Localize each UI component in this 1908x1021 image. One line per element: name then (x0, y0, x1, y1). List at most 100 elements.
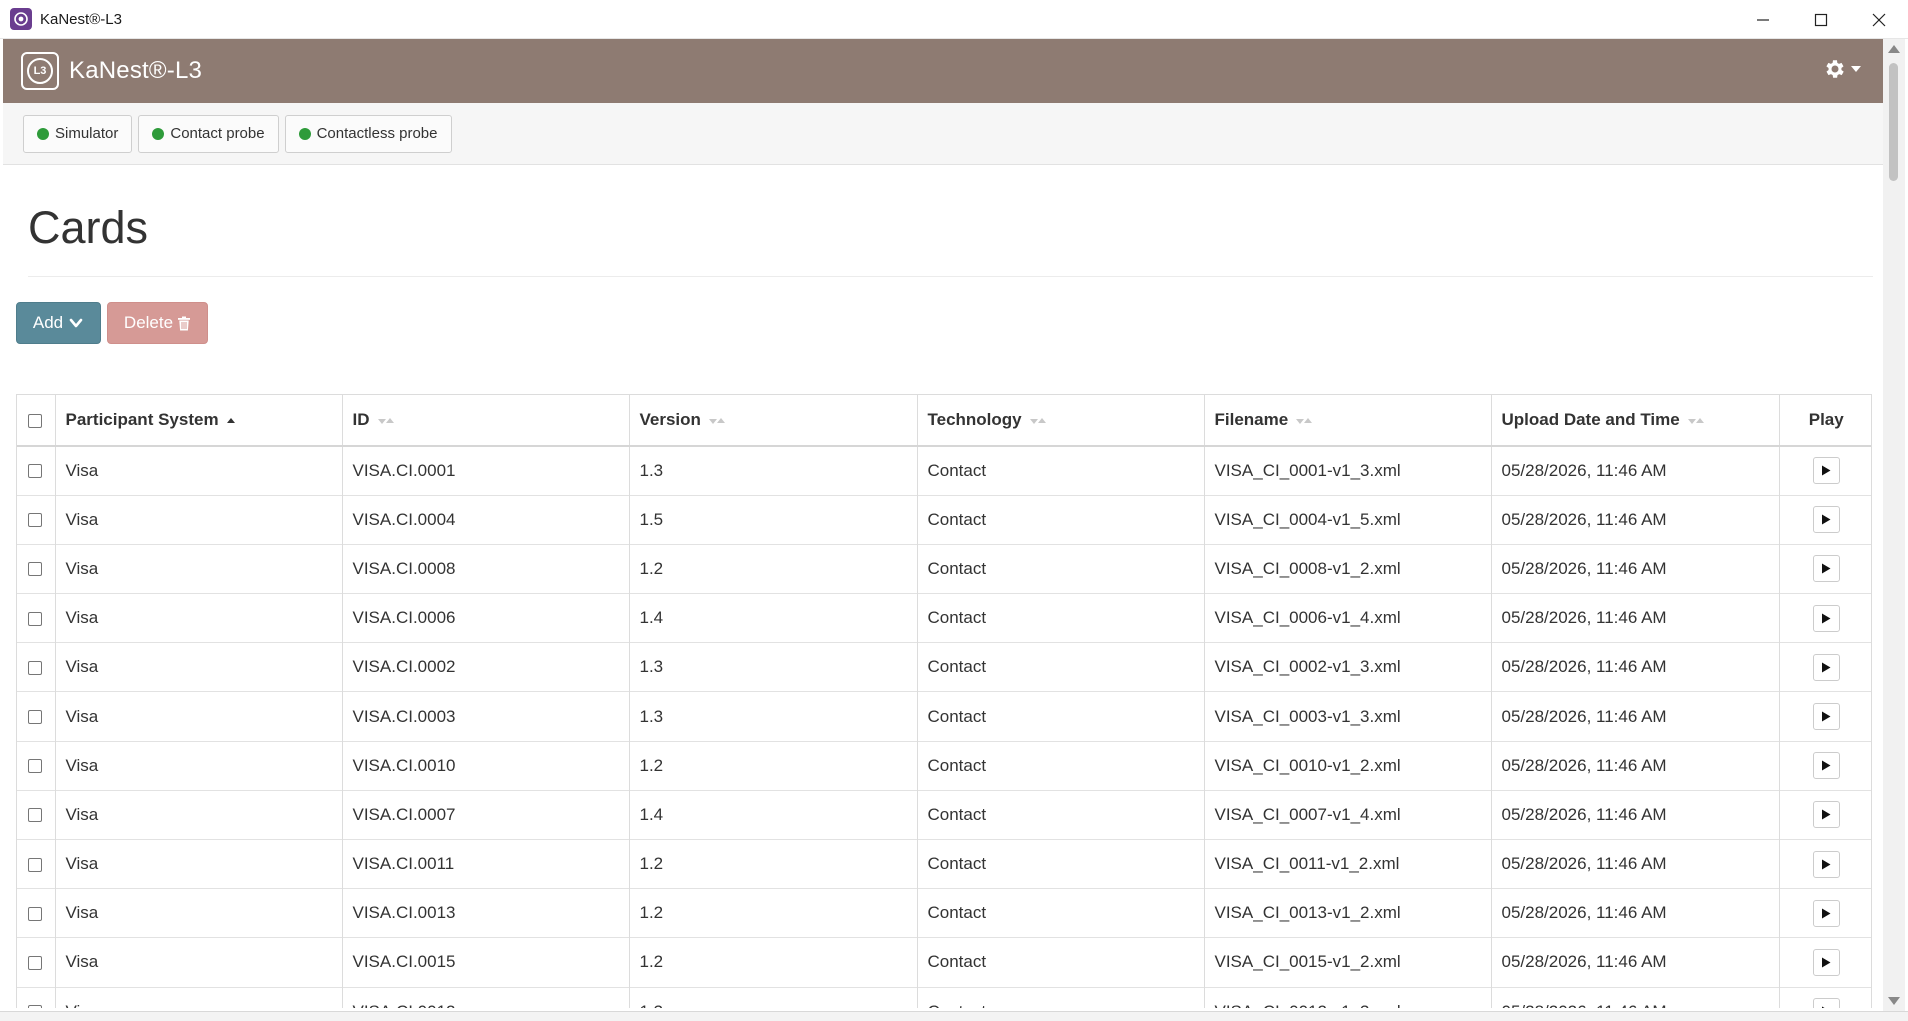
play-icon (1822, 563, 1831, 574)
table-row[interactable]: VisaVISA.CI.00121.3ContactVISA_CI_0012-v… (17, 987, 1871, 1008)
status-label: Simulator (55, 125, 119, 142)
brand-name[interactable]: KaNest®-L3 (69, 57, 202, 85)
row-select-cell (17, 544, 56, 594)
column-label: Filename (1214, 410, 1289, 429)
table-row[interactable]: Visa VISA.CI.0006 1.4 Contact VISA_CI_0006-v… (17, 593, 1871, 643)
play-icon (1822, 809, 1831, 820)
table-row[interactable]: Visa VISA.CI.0010 1.2 Contact VISA_CI_0010-v… (17, 741, 1871, 791)
row-checkbox[interactable] (28, 562, 42, 577)
table-row[interactable]: Visa VISA.CI.0015 1.2 Contact VISA_CI_0015-v… (17, 937, 1871, 988)
version-cell: 1.2 (629, 937, 918, 988)
play-button[interactable] (1812, 555, 1840, 583)
sort-icon (1029, 416, 1047, 426)
status-dot-icon (152, 127, 165, 140)
id-cell: VISA.CI.0003 (342, 691, 630, 742)
select-all-cell (17, 395, 56, 447)
col-participant-system[interactable]: Participant System (55, 395, 343, 447)
col-id[interactable]: ID (342, 395, 630, 447)
scroll-down-icon[interactable] (1888, 997, 1900, 1005)
play-icon (1822, 760, 1831, 771)
col-version[interactable]: Version (629, 395, 918, 447)
minimize-icon[interactable] (1734, 0, 1792, 39)
table-row[interactable]: Visa VISA.CI.0013 1.2 Contact VISA_CI_0013-v… (17, 888, 1871, 938)
delete-button-label: Delete (123, 313, 174, 332)
version-cell: 1.3 (629, 691, 918, 742)
table-row[interactable]: Visa VISA.CI.0008 1.2 Contact VISA_CI_0008-v… (17, 544, 1871, 594)
simulator-status-button[interactable]: Simulator (23, 114, 133, 153)
row-checkbox[interactable] (28, 710, 42, 725)
scrollbar-thumb[interactable] (1889, 63, 1898, 181)
status-dot-icon (298, 127, 311, 140)
contactless-probe-status-button[interactable]: Contactless probe (284, 114, 452, 153)
row-checkbox[interactable] (28, 464, 42, 479)
play-cell (1779, 544, 1871, 593)
settings-menu[interactable] (1822, 57, 1861, 81)
id-cell: VISA.CI.0012 (342, 987, 630, 1008)
row-checkbox[interactable] (28, 955, 42, 970)
table-row[interactable]: Visa VISA.CI.0002 1.3 Contact VISA_CI_0002-v… (17, 642, 1871, 692)
play-icon (1822, 908, 1831, 919)
row-checkbox[interactable] (28, 857, 42, 872)
play-icon (1822, 1006, 1825, 1008)
select-all-checkbox[interactable] (28, 413, 42, 428)
id-cell: VISA.CI.0013 (342, 888, 630, 938)
play-button[interactable] (1812, 850, 1840, 878)
participant-system-cell: Visa (55, 495, 343, 545)
row-select-cell (17, 495, 56, 545)
version-cell: 1.2 (629, 544, 918, 594)
play-cell (1779, 643, 1871, 692)
sort-icon (708, 416, 726, 426)
version-cell: 1.3 (629, 642, 918, 692)
row-checkbox[interactable] (28, 660, 42, 675)
scroll-up-icon[interactable] (1888, 45, 1900, 53)
row-checkbox[interactable] (28, 513, 42, 528)
upload-date-cell: 05/28/2026, 11:46 AM (1491, 790, 1780, 840)
play-button[interactable] (1812, 703, 1840, 731)
upload-date-cell: 05/28/2026, 11:46 AM (1491, 839, 1780, 889)
col-upload-date[interactable]: Upload Date and Time (1491, 395, 1780, 447)
table-row[interactable]: Visa VISA.CI.0007 1.4 Contact VISA_CI_0007-v… (17, 790, 1871, 840)
row-checkbox[interactable] (28, 1005, 42, 1008)
row-select-cell (17, 642, 56, 692)
play-cell (1779, 889, 1871, 938)
play-button[interactable] (1812, 506, 1840, 534)
upload-date-cell: 05/28/2026, 11:46 AM (1491, 888, 1780, 938)
row-checkbox[interactable] (28, 808, 42, 823)
col-technology[interactable]: Technology (917, 395, 1205, 447)
table-row[interactable]: Visa VISA.CI.0001 1.3 Contact VISA_CI_0001-v… (17, 446, 1871, 496)
table-row[interactable]: Visa VISA.CI.0004 1.5 Contact VISA_CI_0004-v… (17, 495, 1871, 545)
close-icon[interactable] (1850, 0, 1908, 39)
table-row[interactable]: Visa VISA.CI.0003 1.3 Contact VISA_CI_0003-v… (17, 691, 1871, 742)
row-checkbox[interactable] (28, 906, 42, 921)
technology-cell: Contact (917, 937, 1205, 988)
participant-system-cell: Visa (55, 888, 343, 938)
participant-system-cell: Visa (55, 691, 343, 742)
version-cell: 1.3 (629, 987, 918, 1008)
play-button[interactable] (1812, 653, 1840, 681)
play-button[interactable] (1812, 998, 1840, 1008)
maximize-icon[interactable] (1792, 0, 1850, 39)
play-button[interactable] (1812, 604, 1840, 632)
play-button[interactable] (1812, 801, 1840, 829)
play-cell (1779, 987, 1871, 1008)
col-filename[interactable]: Filename (1204, 395, 1492, 447)
delete-button[interactable]: Delete (107, 302, 208, 344)
contact-probe-status-button[interactable]: Contact probe (138, 114, 279, 153)
status-label: Contactless probe (316, 125, 438, 142)
participant-system-cell: Visa (55, 790, 343, 840)
add-button[interactable]: Add (16, 302, 101, 344)
play-button[interactable] (1812, 899, 1840, 927)
brand-logo[interactable]: L3 (21, 52, 59, 90)
row-checkbox[interactable] (28, 759, 42, 774)
play-button[interactable] (1812, 457, 1840, 485)
row-checkbox[interactable] (28, 611, 42, 626)
upload-date-cell: 05/28/2026, 11:46 AM (1491, 741, 1780, 791)
vertical-scrollbar[interactable] (1883, 39, 1905, 1011)
participant-system-cell: Visa (55, 839, 343, 889)
upload-date-cell: 05/28/2026, 11:46 AM (1491, 495, 1780, 545)
play-button[interactable] (1812, 948, 1840, 976)
play-button[interactable] (1812, 752, 1840, 780)
row-select-cell (17, 937, 56, 988)
table-row[interactable]: Visa VISA.CI.0011 1.2 Contact VISA_CI_0011-v… (17, 839, 1871, 889)
technology-cell: Contact (917, 741, 1205, 791)
